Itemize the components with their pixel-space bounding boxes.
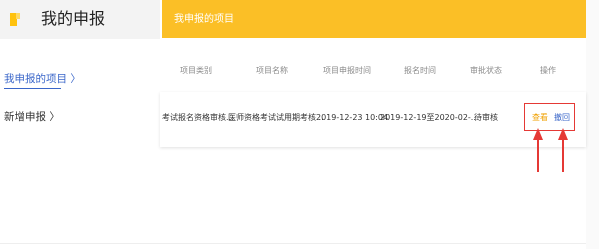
sidebar-title: 我的申报 [41,9,106,28]
sidebar-item-my-projects[interactable]: 我申报的项目 〉 [4,72,81,86]
row-category: 考试报名资格审核... [162,113,234,122]
column-header-status: 审批状态 [470,66,502,75]
highlight-box [524,103,575,131]
row-signup-time: 2019-12-19至2020-02-... [380,113,479,122]
column-header-apply-time: 项目申报时间 [323,66,371,75]
column-header-signup-time: 报名时间 [404,66,436,75]
sidebar-item-new-application[interactable]: 新增申报 〉 [4,110,60,124]
column-header-actions: 操作 [540,66,556,75]
active-indicator [4,88,61,89]
row-apply-time: 2019-12-23 10:04 [316,113,389,122]
divider [0,243,586,244]
sidebar: 我的申报 我申报的项目 〉 新增申报 〉 [0,0,160,249]
sidebar-header: 我的申报 [0,0,160,39]
arrow-up-icon [533,128,543,172]
logo-icon [10,13,20,26]
row-status: 待审核 [474,113,498,122]
column-header-name: 项目名称 [256,66,288,75]
row-name: 医师资格考试试用期考核... [228,113,324,122]
column-header-category: 项目类别 [180,66,212,75]
scroll-area [586,0,599,249]
page-title: 我申报的项目 [174,14,234,25]
arrow-up-icon [558,128,568,172]
